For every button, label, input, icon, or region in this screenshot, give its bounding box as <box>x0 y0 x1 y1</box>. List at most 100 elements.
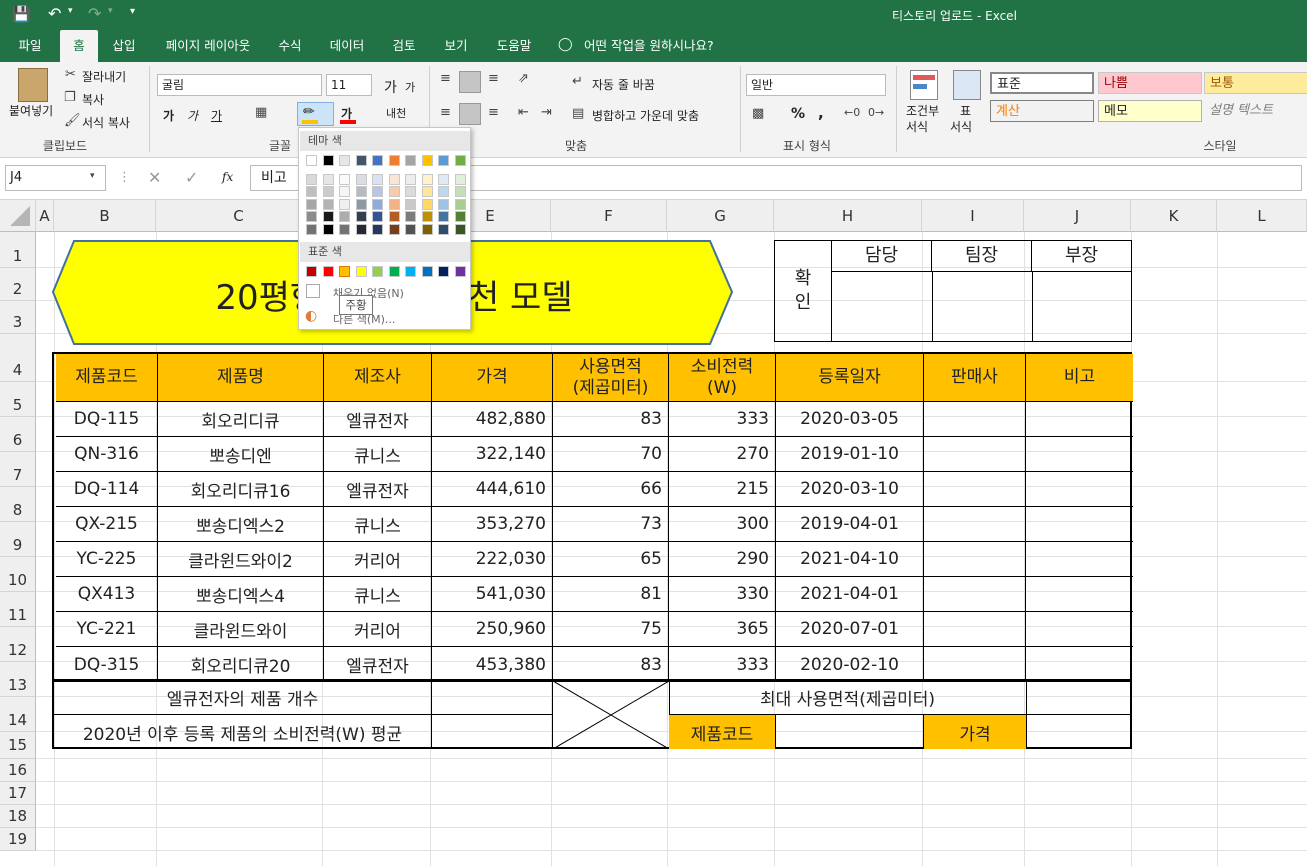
table-cell[interactable]: 회오리디큐16 <box>158 472 324 507</box>
table-cell[interactable]: 클라윈드와이 <box>158 612 324 647</box>
align-middle-button[interactable] <box>459 71 481 93</box>
row-header[interactable]: 7 <box>0 452 36 487</box>
table-cell[interactable]: 뽀송디엑스4 <box>158 577 324 612</box>
color-swatch[interactable] <box>388 186 400 197</box>
table-cell[interactable]: 444,610 <box>432 472 553 507</box>
color-swatch[interactable] <box>372 223 383 235</box>
color-swatch[interactable] <box>355 223 367 235</box>
row-header[interactable]: 11 <box>0 592 36 627</box>
table-cell[interactable]: 2020-07-01 <box>776 612 924 647</box>
table-cell[interactable]: 482,880 <box>432 402 553 437</box>
table-cell[interactable] <box>1026 612 1133 647</box>
font-name-dropdown[interactable]: 굴림 <box>157 74 322 96</box>
color-swatch[interactable] <box>421 223 433 235</box>
table-header-cell[interactable]: 제품명 <box>158 354 324 402</box>
color-swatch[interactable] <box>355 198 367 210</box>
column-header[interactable]: L <box>1217 200 1307 232</box>
table-cell[interactable]: DQ-114 <box>56 472 158 507</box>
table-cell[interactable]: 250,960 <box>432 612 553 647</box>
table-cell[interactable]: 65 <box>553 542 669 577</box>
undo-icon[interactable]: ↶ <box>48 4 61 23</box>
color-swatch[interactable] <box>322 223 334 235</box>
worksheet[interactable]: ABCDEFGHIJKL 123456789101112131415161718… <box>0 200 1307 866</box>
table-cell[interactable]: 2019-01-10 <box>776 437 924 472</box>
color-swatch[interactable] <box>306 186 317 197</box>
table-cell[interactable]: 회오리디큐 <box>158 402 324 437</box>
row-header[interactable]: 15 <box>0 732 36 759</box>
color-swatch[interactable] <box>306 173 317 185</box>
align-right-icon[interactable]: ≡ <box>488 105 499 120</box>
table-cell[interactable]: 66 <box>553 472 669 507</box>
row-header[interactable]: 4 <box>0 334 36 382</box>
table-cell[interactable]: 300 <box>669 507 776 542</box>
orientation-icon[interactable]: ⇗ <box>518 71 529 86</box>
color-swatch[interactable] <box>438 223 449 235</box>
merge-center-icon[interactable]: ▤ <box>572 106 584 121</box>
increase-indent-icon[interactable]: ⇥ <box>541 105 552 120</box>
color-swatch[interactable] <box>355 186 367 197</box>
table-cell[interactable] <box>1026 472 1133 507</box>
table-header-cell[interactable]: 제품코드 <box>56 354 158 402</box>
column-header[interactable]: G <box>667 200 774 232</box>
tab-help[interactable]: 도움말 <box>486 30 542 62</box>
color-swatch[interactable] <box>454 173 466 185</box>
summary-value-max-area[interactable] <box>1027 681 1130 715</box>
color-swatch[interactable] <box>388 223 400 235</box>
table-cell[interactable]: 큐니스 <box>324 577 432 612</box>
table-cell[interactable]: 엘큐전자 <box>324 402 432 437</box>
color-swatch[interactable] <box>388 198 400 210</box>
color-swatch[interactable] <box>306 155 317 166</box>
save-icon[interactable]: 💾 <box>12 5 31 23</box>
underline-button[interactable]: 가 <box>211 107 222 124</box>
align-bottom-icon[interactable]: ≡ <box>488 71 499 86</box>
format-as-table-icon[interactable] <box>953 70 981 100</box>
copy-button[interactable]: 복사 <box>82 91 104 108</box>
color-swatch[interactable] <box>339 155 350 166</box>
tab-view[interactable]: 보기 <box>434 30 478 62</box>
standard-color-swatch[interactable] <box>405 266 416 277</box>
color-swatch[interactable] <box>306 198 317 210</box>
table-header-cell[interactable]: 등록일자 <box>776 354 924 402</box>
table-cell[interactable] <box>924 577 1026 612</box>
row-header[interactable]: 5 <box>0 382 36 417</box>
shrink-font-button[interactable]: 가 <box>405 79 415 95</box>
insert-function-button[interactable]: fx <box>222 170 233 184</box>
color-swatch[interactable] <box>454 186 466 197</box>
column-header[interactable]: A <box>36 200 54 232</box>
tell-me-search[interactable]: 어떤 작업을 원하시나요? <box>584 30 724 62</box>
color-swatch[interactable] <box>405 211 416 222</box>
color-swatch[interactable] <box>372 198 383 210</box>
standard-color-swatch[interactable] <box>322 266 334 277</box>
standard-color-swatch[interactable] <box>388 266 400 277</box>
format-painter-button[interactable]: 서식 복사 <box>82 114 130 131</box>
tab-file[interactable]: 파일 <box>8 30 52 62</box>
accounting-format-icon[interactable]: ▩ <box>752 106 764 121</box>
color-swatch[interactable] <box>322 173 334 185</box>
table-cell[interactable] <box>924 437 1026 472</box>
table-cell[interactable]: 엘큐전자 <box>324 647 432 682</box>
table-header-cell[interactable]: 판매사 <box>924 354 1026 402</box>
row-header[interactable]: 10 <box>0 557 36 592</box>
column-header[interactable]: I <box>922 200 1024 232</box>
row-header[interactable]: 14 <box>0 697 36 732</box>
redo-dropdown-icon[interactable]: ▾ <box>108 6 113 16</box>
color-swatch[interactable] <box>421 186 433 197</box>
decrease-decimal-icon[interactable]: 0→ <box>868 106 884 119</box>
row-header[interactable]: 12 <box>0 627 36 662</box>
color-swatch[interactable] <box>372 211 383 222</box>
table-cell[interactable]: 엘큐전자 <box>324 472 432 507</box>
table-cell[interactable]: 2020-02-10 <box>776 647 924 682</box>
color-swatch[interactable] <box>372 186 383 197</box>
table-cell[interactable]: 290 <box>669 542 776 577</box>
color-swatch[interactable] <box>438 173 449 185</box>
decrease-indent-icon[interactable]: ⇤ <box>518 105 529 120</box>
color-swatch[interactable] <box>372 155 383 166</box>
merge-center-button[interactable]: 병합하고 가운데 맞춤 <box>592 107 699 124</box>
table-cell[interactable]: 2021-04-10 <box>776 542 924 577</box>
row-header[interactable]: 16 <box>0 759 36 782</box>
bold-button[interactable]: 가 <box>163 107 174 124</box>
table-cell[interactable]: 353,270 <box>432 507 553 542</box>
table-cell[interactable]: DQ-315 <box>56 647 158 682</box>
color-swatch[interactable] <box>454 223 466 235</box>
standard-color-swatch[interactable] <box>372 266 383 277</box>
